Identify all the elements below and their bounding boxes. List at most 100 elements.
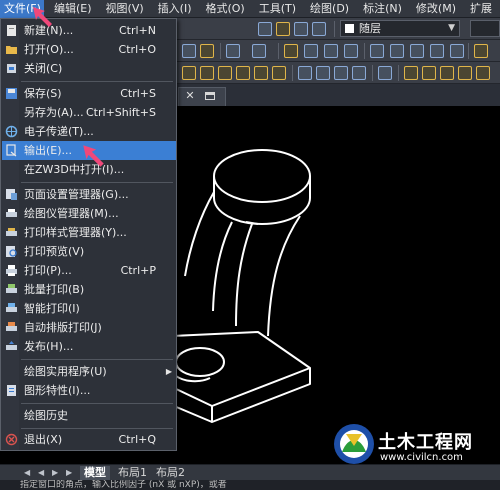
menu-item-label: 关闭(C) <box>24 62 63 75</box>
menu-draw[interactable]: 绘图(D) <box>304 0 355 18</box>
aligned-dim-icon[interactable] <box>200 66 214 80</box>
watermark-title: 土木工程网 <box>378 432 473 453</box>
watermark-logo-icon <box>334 424 374 464</box>
menu-insert[interactable]: 插入(I) <box>152 0 198 18</box>
menu-tools[interactable]: 工具(T) <box>253 0 302 18</box>
submenu-arrow-icon: ▶ <box>165 367 172 376</box>
menu-item-plot-style-manager[interactable]: 打印样式管理器(Y)... <box>2 223 176 242</box>
menu-item-drawing-properties[interactable]: 图形特性(I)... <box>2 381 176 400</box>
menu-item-drawing-history[interactable]: 绘图历史 <box>2 406 176 425</box>
menubar: 文件(F) 编辑(E) 视图(V) 插入(I) 格式(O) 工具(T) 绘图(D… <box>0 0 500 18</box>
menu-item-print[interactable]: 打印(P)... Ctrl+P <box>2 261 176 280</box>
design-center-icon[interactable] <box>390 44 404 58</box>
menu-item-auto-layout-print[interactable]: 自动排版打印(J) <box>2 318 176 337</box>
next-tab-icon[interactable]: ▶ <box>52 467 62 478</box>
menu-dimension[interactable]: 标注(N) <box>357 0 408 18</box>
menu-item-shortcut: Ctrl+Q <box>118 433 156 446</box>
menu-item-label: 打开(O)... <box>24 43 74 56</box>
menu-item-print-preview[interactable]: 打印预览(V) <box>2 242 176 261</box>
menu-view[interactable]: 视图(V) <box>100 0 150 18</box>
toolbar-separator <box>292 65 293 81</box>
radius-dim-icon[interactable] <box>254 66 268 80</box>
dim-update-icon[interactable] <box>378 66 392 80</box>
chevron-down-icon: ▼ <box>448 23 455 33</box>
close-icon[interactable]: ✕ <box>184 90 196 102</box>
smart-print-icon <box>6 303 17 312</box>
linetype-combo[interactable]: 随层 ▼ <box>340 20 460 37</box>
menu-item-label: 绘图历史 <box>24 409 68 422</box>
ordinate-dim-icon[interactable] <box>236 66 250 80</box>
layer-previous-icon[interactable] <box>294 22 308 36</box>
menu-extend[interactable]: 扩展 <box>464 0 498 18</box>
jogged-dim-icon[interactable] <box>476 66 490 80</box>
match-properties-icon[interactable] <box>182 44 196 58</box>
angular-dim-icon[interactable] <box>440 66 454 80</box>
tool-palette-icon[interactable] <box>410 44 424 58</box>
calculator-icon[interactable] <box>450 44 464 58</box>
menu-item-label: 在ZW3D中打开(I)... <box>24 163 125 176</box>
menu-item-drawing-utilities[interactable]: 绘图实用程序(U) ▶ <box>2 362 176 381</box>
menu-item-open[interactable]: 打开(O)... Ctrl+O <box>2 40 176 59</box>
toolbar-separator <box>364 43 365 59</box>
menu-item-label: 发布(H)... <box>24 340 74 353</box>
continue-dim-icon[interactable] <box>422 66 436 80</box>
dim-edit-icon[interactable] <box>334 66 348 80</box>
menu-item-smart-print[interactable]: 智能打印(I) <box>2 299 176 318</box>
sheet-set-icon[interactable] <box>430 44 444 58</box>
menu-item-close[interactable]: 关闭(C) <box>2 59 176 78</box>
menu-item-label: 打印预览(V) <box>24 245 85 258</box>
quick-dim-icon[interactable] <box>404 66 418 80</box>
linetype-value: 随层 <box>359 22 381 35</box>
first-tab-icon[interactable]: ◀ <box>24 467 34 478</box>
bracket-model <box>171 149 311 423</box>
menu-item-label: 页面设置管理器(G)... <box>24 188 129 201</box>
menu-item-etransmit[interactable]: 电子传递(T)... <box>2 122 176 141</box>
diameter-dim-icon[interactable] <box>458 66 472 80</box>
watermark: 土木工程网 www.civilcn.com <box>318 422 500 466</box>
menu-item-shortcut: Ctrl+O <box>118 43 156 56</box>
menu-item-label: 绘图仪管理器(M)... <box>24 207 119 220</box>
redo-icon[interactable] <box>252 44 266 58</box>
layout-tab-bar: ◀ ◀ ▶ ▶ 模型 布局1 布局2 <box>0 464 500 480</box>
menu-item-shortcut: Ctrl+Shift+S <box>86 106 156 119</box>
layer-match-icon[interactable] <box>276 22 290 36</box>
zoom-window-icon[interactable] <box>324 44 338 58</box>
menu-item-label: 电子传递(T)... <box>24 125 94 138</box>
export-icon <box>6 144 17 157</box>
menu-item-new[interactable]: 新建(N)... Ctrl+N <box>2 21 176 40</box>
menu-item-save[interactable]: 保存(S) Ctrl+S <box>2 84 176 103</box>
tab-layout1[interactable]: 布局1 <box>114 466 151 480</box>
menu-item-plotter-manager[interactable]: 绘图仪管理器(M)... <box>2 204 176 223</box>
layer-state-icon[interactable] <box>258 22 272 36</box>
center-mark-icon[interactable] <box>316 66 330 80</box>
arc-length-dim-icon[interactable] <box>218 66 232 80</box>
menu-item-exit[interactable]: 退出(X) Ctrl+Q <box>2 430 176 449</box>
paint-brush-icon[interactable] <box>200 44 214 58</box>
properties-icon[interactable] <box>370 44 384 58</box>
baseline-dim-icon[interactable] <box>272 66 286 80</box>
tolerance-icon[interactable] <box>298 66 312 80</box>
text-style-icon[interactable] <box>474 44 488 58</box>
layer-isolate-icon[interactable] <box>312 22 326 36</box>
plotter-icon <box>6 209 17 217</box>
prev-tab-icon[interactable]: ◀ <box>38 467 48 478</box>
menu-item-batch-print[interactable]: 批量打印(B) <box>2 280 176 299</box>
tab-layout2[interactable]: 布局2 <box>152 466 189 480</box>
menu-format[interactable]: 格式(O) <box>199 0 250 18</box>
menu-item-page-setup[interactable]: 页面设置管理器(G)... <box>2 185 176 204</box>
menu-modify[interactable]: 修改(M) <box>410 0 462 18</box>
zoom-previous-icon[interactable] <box>344 44 358 58</box>
command-line[interactable]: 指定窗口的角点，输入比例因子 (nX 或 nXP)，或者 <box>0 480 500 490</box>
last-tab-icon[interactable]: ▶ <box>66 467 76 478</box>
new-tab-icon[interactable] <box>204 90 216 102</box>
toolbar-separator <box>372 65 373 81</box>
pan-hand-icon[interactable] <box>284 44 298 58</box>
linear-dim-icon[interactable] <box>182 66 196 80</box>
menu-item-publish[interactable]: 发布(H)... <box>2 337 176 356</box>
menu-item-save-as[interactable]: 另存为(A)... Ctrl+Shift+S <box>2 103 176 122</box>
zoom-realtime-icon[interactable] <box>304 44 318 58</box>
lineweight-combo[interactable] <box>470 20 500 37</box>
dim-text-edit-icon[interactable] <box>352 66 366 80</box>
undo-icon[interactable] <box>226 44 240 58</box>
tab-model[interactable]: 模型 <box>80 466 110 480</box>
